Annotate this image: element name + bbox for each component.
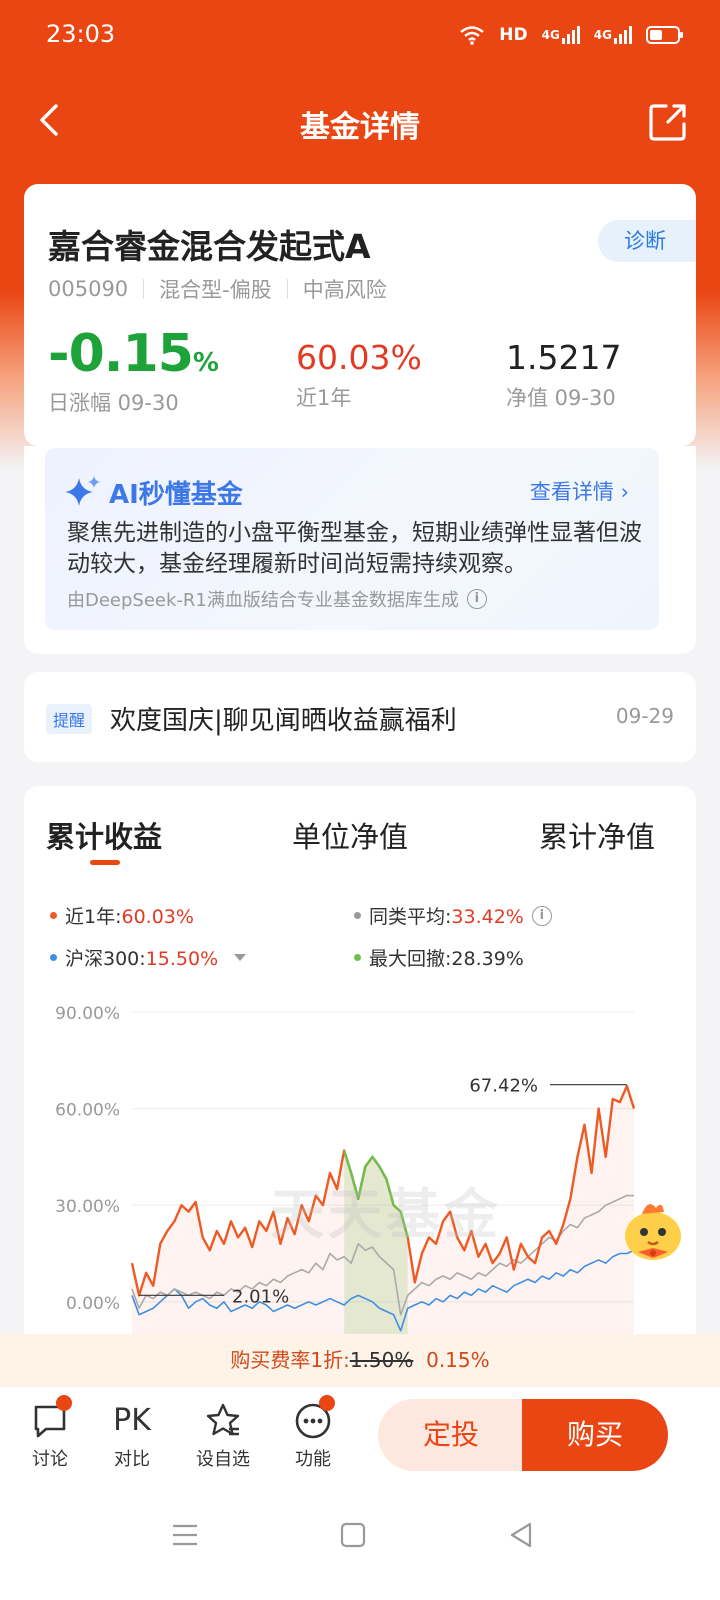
performance-chart-card: 累计收益 单位净值 累计净值 近1年:60.03% 同类平均:33.42% i … xyxy=(24,786,696,1386)
fee-new: 0.15% xyxy=(426,1348,490,1372)
legend-max-drawdown: 最大回撤:28.39% xyxy=(354,944,524,971)
fund-type: 混合型-偏股 xyxy=(159,278,272,302)
back-nav-icon[interactable] xyxy=(508,1522,534,1548)
ai-summary-panel[interactable]: AI秒懂基金 查看详情 › 聚焦先进制造的小盘平衡型基金，短期业绩弹性显著但波动… xyxy=(45,448,659,630)
ai-summary-card: AI秒懂基金 查看详情 › 聚焦先进制造的小盘平衡型基金，短期业绩弹性显著但波动… xyxy=(24,446,696,654)
year-return-label: 近1年 xyxy=(296,386,352,410)
ai-title: AI秒懂基金 xyxy=(109,480,243,510)
y-tick-label: 60.00% xyxy=(55,1101,120,1121)
legend-dot xyxy=(50,912,57,919)
chevron-right-icon: › xyxy=(620,480,629,504)
buy-button[interactable]: 购买 xyxy=(522,1399,668,1471)
dropdown-caret-icon xyxy=(234,954,247,961)
legend-fund: 近1年:60.03% xyxy=(50,902,194,929)
notification-dot xyxy=(319,1395,335,1411)
tab-indicator xyxy=(90,860,120,865)
fund-meta: 005090 混合型-偏股 中高风险 xyxy=(48,274,387,304)
ai-more-link[interactable]: 查看详情 › xyxy=(530,476,629,506)
mascot-icon[interactable] xyxy=(618,1196,688,1266)
pk-icon: PK xyxy=(113,1403,151,1438)
diagnose-button[interactable]: 诊断 xyxy=(598,220,696,262)
year-return-stat: 60.03% 近1年 xyxy=(296,334,422,412)
share-icon[interactable] xyxy=(646,100,690,144)
info-icon[interactable]: i xyxy=(531,905,552,926)
fund-summary-card: 嘉合睿金混合发起式A 诊断 005090 混合型-偏股 中高风险 -0.15% … xyxy=(24,184,696,446)
fund-risk: 中高风险 xyxy=(302,278,387,302)
ai-footnote: 由DeepSeek-R1满血版结合专业基金数据库生成 i xyxy=(67,586,487,612)
wifi-icon xyxy=(460,26,485,45)
star-icon xyxy=(206,1403,240,1436)
day-change-label: 日涨幅 09-30 xyxy=(48,391,179,415)
status-icons: HD 4G 4G xyxy=(459,20,683,50)
legend-dot xyxy=(50,954,57,961)
auto-invest-button[interactable]: 定投 xyxy=(378,1399,524,1471)
nav-label: 净值 09-30 xyxy=(506,386,616,410)
hd-label: HD xyxy=(499,25,528,45)
notification-dot xyxy=(56,1395,72,1411)
legend-hs300[interactable]: 沪深300:15.50% xyxy=(50,944,247,971)
home-icon[interactable] xyxy=(340,1522,366,1548)
min-annotation: 2.01% xyxy=(232,1286,289,1307)
network-label: 4G xyxy=(541,28,560,42)
menu-icon[interactable] xyxy=(172,1522,198,1548)
status-bar: 23:03 HD 4G 4G xyxy=(0,0,720,70)
sparkle-icon xyxy=(65,476,100,506)
y-tick-label: 90.00% xyxy=(55,1004,120,1024)
fee-bar: 购买费率1折:1.50% 0.15% xyxy=(0,1334,720,1386)
signal-icon: 4G xyxy=(542,26,580,44)
notice-text: 欢度国庆|聊见闻晒收益赢福利 xyxy=(110,706,457,736)
max-annotation: 67.42% xyxy=(469,1076,538,1097)
day-change-value: -0.15% xyxy=(48,324,219,384)
fund-code: 005090 xyxy=(48,277,129,301)
notice-date: 09-29 xyxy=(615,704,674,728)
cumulative-return-chart[interactable]: 90.00% 60.00% 30.00% 0.00% 67.42% 2.01% xyxy=(24,986,696,1334)
network-label: 4G xyxy=(593,28,612,42)
fund-name: 嘉合睿金混合发起式A xyxy=(48,227,371,266)
tab-accumulated-nav[interactable]: 累计净值 xyxy=(539,814,655,856)
nav-value: 1.5217 xyxy=(506,338,622,377)
legend-dot xyxy=(354,954,361,961)
legend-dot xyxy=(354,912,361,919)
battery-icon xyxy=(646,26,683,44)
info-icon[interactable]: i xyxy=(466,589,487,609)
ai-summary-text: 聚焦先进制造的小盘平衡型基金，短期业绩弹性显著但波动较大，基金经理履新时间尚短需… xyxy=(67,520,642,577)
day-change-stat: -0.15% 日涨幅 09-30 xyxy=(48,324,219,417)
page-title: 基金详情 xyxy=(300,110,420,145)
nav-stat: 1.5217 净值 09-30 xyxy=(506,334,621,412)
watermark-logo: 天天基金 xyxy=(270,1182,502,1246)
legend-category-avg: 同类平均:33.42% i xyxy=(354,902,552,929)
tab-cumulative-return[interactable]: 累计收益 xyxy=(46,814,162,856)
divider xyxy=(143,279,145,299)
system-nav-bar xyxy=(0,1484,720,1600)
compare-button[interactable]: PK 对比 xyxy=(92,1401,172,1471)
fee-old: 1.50% xyxy=(349,1348,414,1372)
functions-button[interactable]: 功能 xyxy=(273,1395,353,1471)
nav-bar: 基金详情 xyxy=(0,82,720,158)
bottom-action-bar: 讨论 PK 对比 设自选 功能 定投 购买 xyxy=(0,1386,720,1484)
signal-icon: 4G xyxy=(594,26,632,44)
y-tick-label: 30.00% xyxy=(55,1197,120,1217)
tab-unit-nav[interactable]: 单位净值 xyxy=(292,814,408,856)
y-tick-label: 0.00% xyxy=(66,1294,120,1314)
add-watchlist-button[interactable]: 设自选 xyxy=(183,1401,263,1471)
divider xyxy=(286,279,288,299)
status-time: 23:03 xyxy=(46,20,116,48)
discuss-button[interactable]: 讨论 xyxy=(10,1395,90,1471)
notice-tag: 提醒 xyxy=(46,704,93,734)
year-return-value: 60.03% xyxy=(296,338,422,377)
notice-bar[interactable]: 提醒 欢度国庆|聊见闻晒收益赢福利 09-29 xyxy=(24,672,696,762)
